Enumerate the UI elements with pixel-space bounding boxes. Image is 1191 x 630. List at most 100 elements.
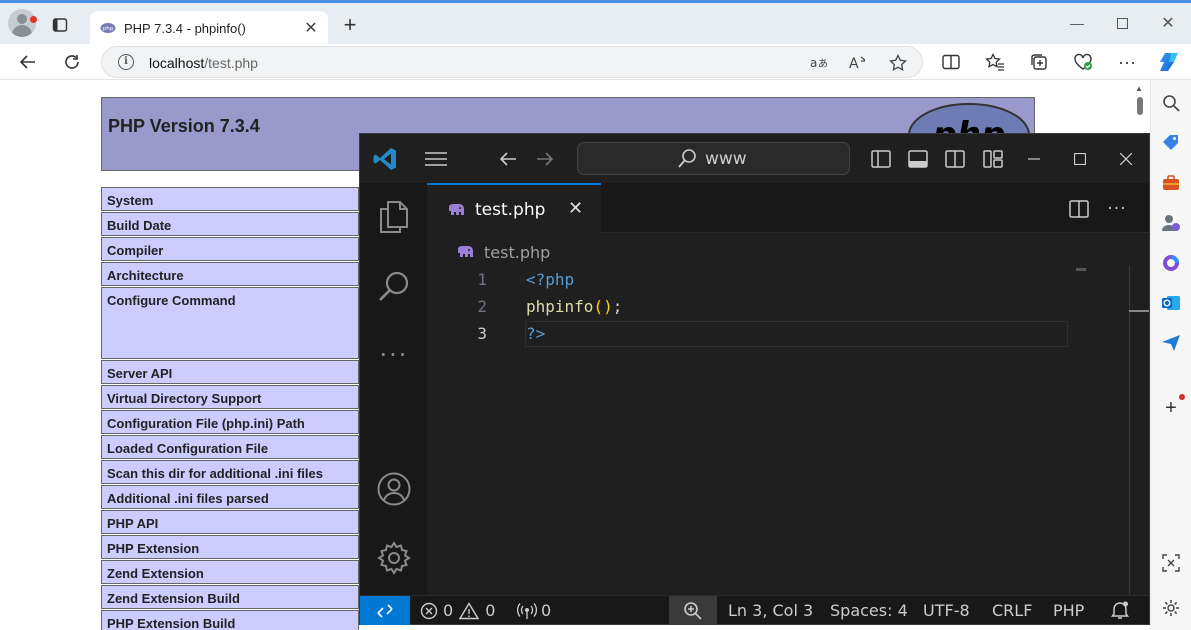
table-row: Configuration File (php.ini) Path xyxy=(101,410,359,434)
code-line[interactable]: 3 ?> xyxy=(427,321,1067,348)
star-icon[interactable] xyxy=(887,52,909,74)
table-row: Build Date xyxy=(101,212,359,236)
plus-icon[interactable]: + xyxy=(336,11,364,39)
status-bar: 0 0 0 Ln 3, Col 3 Spaces: 4 UTF-8 CRLF P… xyxy=(360,595,1149,625)
broadcast-icon xyxy=(517,602,537,619)
cursor-position[interactable]: Ln 3, Col 3 xyxy=(728,601,813,620)
encoding[interactable]: UTF-8 xyxy=(923,601,970,620)
table-row: PHP Extension Build xyxy=(101,610,359,630)
account-icon[interactable] xyxy=(376,471,412,507)
line-number: 1 xyxy=(477,270,487,289)
close-icon[interactable] xyxy=(1114,147,1138,171)
problems-indicator[interactable]: 0 0 xyxy=(420,601,495,620)
php-file-icon xyxy=(458,246,473,257)
favorites-icon[interactable] xyxy=(981,49,1009,75)
send-icon[interactable] xyxy=(1160,332,1182,354)
notification-dot xyxy=(1179,394,1185,400)
zoom-icon[interactable] xyxy=(669,596,717,625)
notifications-icon[interactable] xyxy=(1110,600,1130,620)
forward-icon[interactable] xyxy=(533,147,557,171)
editor-tab-strip: test.php ✕ ··· xyxy=(427,183,1149,233)
line-ending[interactable]: CRLF xyxy=(992,601,1032,620)
scroll-up-icon[interactable]: ▲ xyxy=(1135,84,1143,93)
browser-titlebar: php PHP 7.3.4 - phpinfo() ✕ + — ✕ xyxy=(0,0,1191,47)
translate-icon[interactable]: aあ xyxy=(808,52,830,74)
search-icon[interactable] xyxy=(376,268,412,304)
ports-count: 0 xyxy=(541,601,552,620)
address-bar[interactable]: i localhost/test.php aあ A xyxy=(101,46,923,78)
command-center-label: www xyxy=(705,149,747,169)
toggle-secondary-sidebar-icon[interactable] xyxy=(943,147,967,171)
minimize-icon[interactable]: — xyxy=(1055,9,1099,37)
close-window-icon[interactable]: ✕ xyxy=(1146,9,1190,37)
table-row: Zend Extension xyxy=(101,560,359,584)
error-icon xyxy=(420,602,438,619)
settings-icon[interactable] xyxy=(376,540,412,576)
line-number: 2 xyxy=(477,297,487,316)
editor-tab[interactable]: test.php ✕ xyxy=(427,183,601,233)
table-row: Virtual Directory Support xyxy=(101,385,359,409)
minimap[interactable] xyxy=(1076,268,1086,271)
code-line[interactable]: 2 phpinfo(); xyxy=(427,294,1067,321)
activity-bar: ··· xyxy=(360,183,427,595)
split-screen-icon[interactable] xyxy=(937,49,965,75)
code-editor[interactable]: test.php 1 <?php 2 phpinfo(); 3 ?> xyxy=(427,234,1149,595)
settings-icon[interactable] xyxy=(1160,597,1182,619)
menu-icon[interactable] xyxy=(424,147,448,171)
refresh-icon[interactable] xyxy=(58,49,86,75)
outlook-icon[interactable] xyxy=(1160,292,1182,314)
more-actions-icon[interactable]: ··· xyxy=(1105,198,1129,220)
collections-icon[interactable] xyxy=(1025,49,1053,75)
indentation[interactable]: Spaces: 4 xyxy=(830,601,908,620)
ports-indicator[interactable]: 0 xyxy=(517,601,551,620)
screenshot-icon[interactable] xyxy=(1160,552,1182,574)
more-icon[interactable]: ··· xyxy=(376,337,412,373)
read-aloud-icon[interactable]: A xyxy=(847,52,869,74)
code-line[interactable]: 1 <?php xyxy=(427,267,1067,294)
breadcrumb-file: test.php xyxy=(484,242,551,262)
breadcrumb[interactable]: test.php xyxy=(456,242,550,262)
vscode-logo-icon xyxy=(373,148,396,170)
php-file-icon xyxy=(449,204,464,215)
info-icon[interactable]: i xyxy=(118,54,134,70)
maximize-icon[interactable] xyxy=(1100,9,1144,37)
table-row: Compiler xyxy=(101,237,359,261)
browser-tab[interactable]: php PHP 7.3.4 - phpinfo() ✕ xyxy=(90,11,328,47)
browser-essentials-icon[interactable] xyxy=(1069,49,1097,75)
tab-actions-icon[interactable] xyxy=(46,11,74,39)
remote-icon[interactable] xyxy=(360,596,410,625)
command-center-search[interactable]: www xyxy=(577,142,850,175)
copilot-icon[interactable] xyxy=(1155,49,1183,75)
back-icon[interactable] xyxy=(14,49,42,75)
more-icon[interactable]: ··· xyxy=(1113,49,1141,75)
profile-icon[interactable] xyxy=(8,9,36,37)
table-row: Server API xyxy=(101,360,359,384)
back-icon[interactable] xyxy=(496,147,520,171)
tab-title: PHP 7.3.4 - phpinfo() xyxy=(124,21,246,36)
toggle-panel-icon[interactable] xyxy=(906,147,930,171)
toggle-sidebar-icon[interactable] xyxy=(869,147,893,171)
page-title: PHP Version 7.3.4 xyxy=(108,116,260,136)
add-icon[interactable]: + xyxy=(1160,397,1182,419)
table-row: System xyxy=(101,187,359,211)
table-row: Configure Command xyxy=(101,287,359,359)
close-icon[interactable]: ✕ xyxy=(568,198,583,219)
split-editor-icon[interactable] xyxy=(1067,198,1091,220)
editor-scrollbar[interactable] xyxy=(1129,266,1149,595)
svg-text:A: A xyxy=(849,56,859,71)
language-mode[interactable]: PHP xyxy=(1053,601,1084,620)
office-icon[interactable] xyxy=(1160,252,1182,274)
explorer-icon[interactable] xyxy=(376,199,412,235)
line-number: 3 xyxy=(477,324,487,343)
shopping-icon[interactable] xyxy=(1160,132,1182,154)
customize-layout-icon[interactable] xyxy=(981,147,1005,171)
search-icon[interactable] xyxy=(1160,92,1182,114)
maximize-icon[interactable] xyxy=(1068,147,1092,171)
close-icon[interactable]: ✕ xyxy=(300,17,322,39)
url-text[interactable]: localhost/test.php xyxy=(149,55,258,71)
scroll-thumb[interactable] xyxy=(1137,97,1143,115)
people-icon[interactable] xyxy=(1160,212,1182,234)
minimize-icon[interactable] xyxy=(1022,147,1046,171)
php-favicon: php xyxy=(100,23,116,33)
tools-icon[interactable] xyxy=(1160,172,1182,194)
